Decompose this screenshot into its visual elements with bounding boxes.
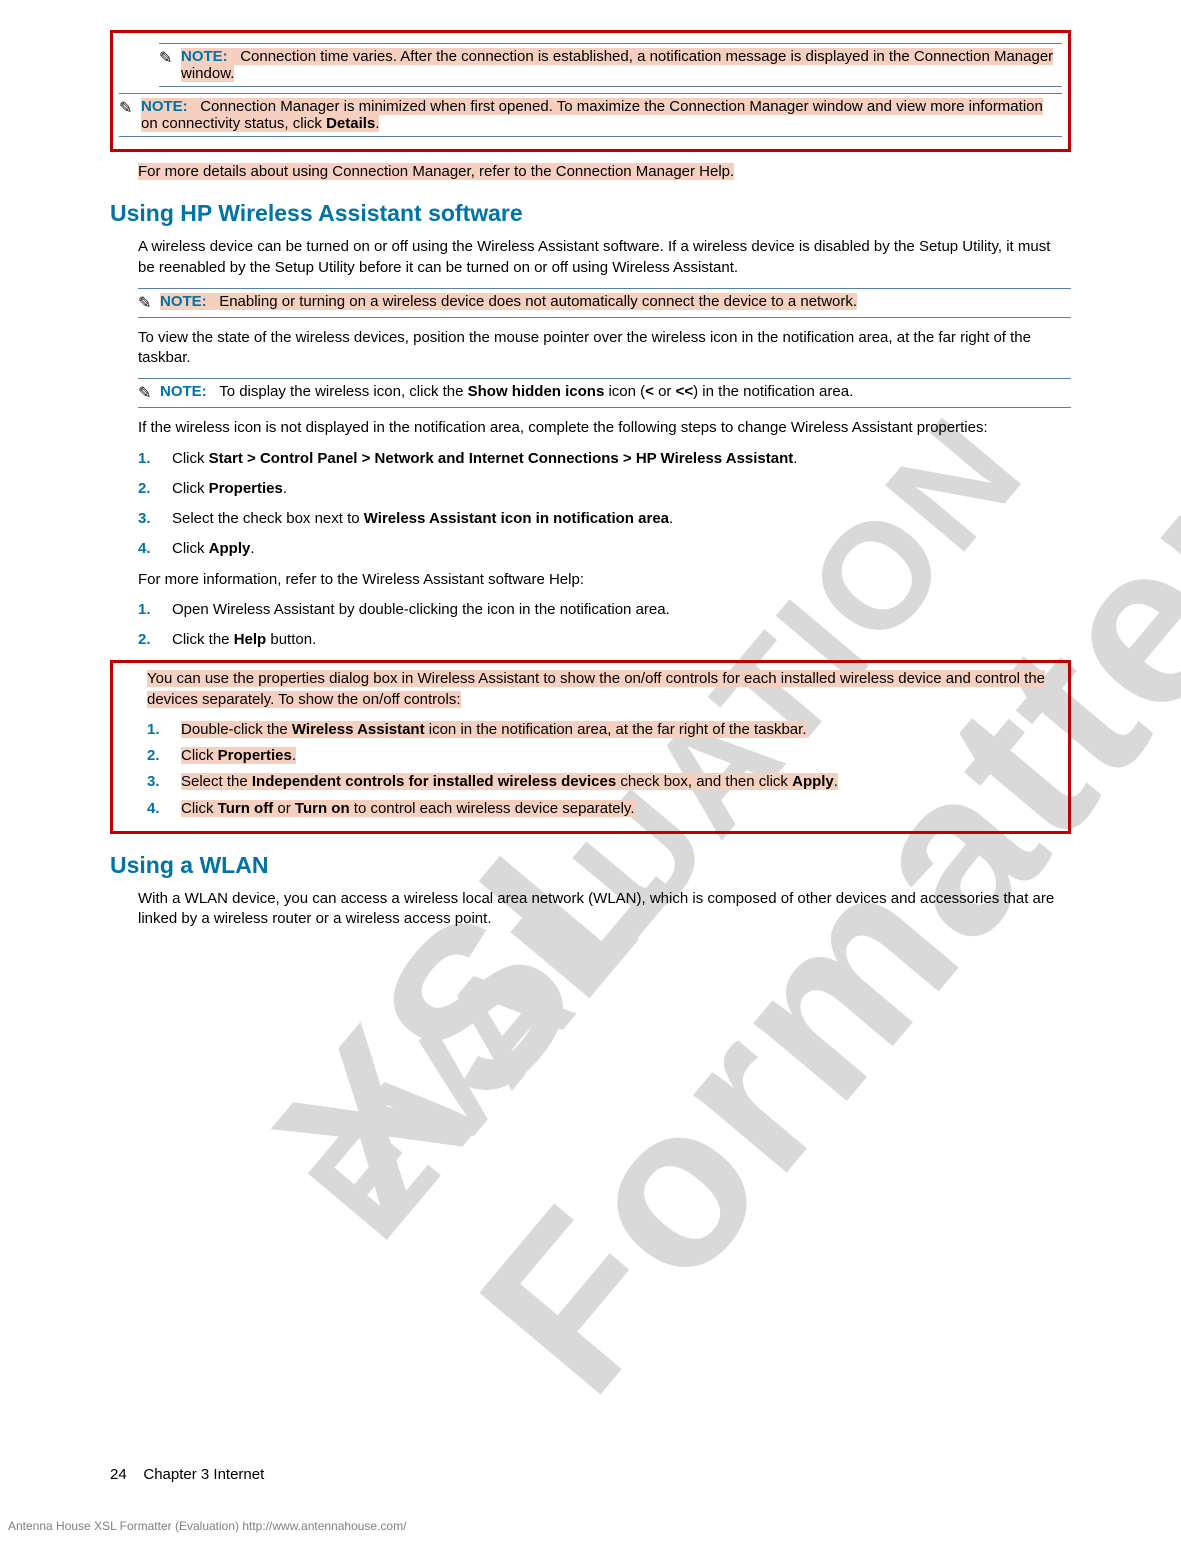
page-number: 24 — [110, 1466, 127, 1483]
note-enabling-wireless: ✎ NOTE: Enabling or turning on a wireles… — [138, 288, 1071, 318]
para-more-info: For more information, refer to the Wirel… — [138, 570, 1071, 590]
para-view-state: To view the state of the wireless device… — [138, 328, 1071, 369]
list-item: Open Wireless Assistant by double-clicki… — [138, 600, 1071, 620]
note-connection-manager-minimized: ✎ NOTE: Connection Manager is minimized … — [119, 93, 1062, 137]
list-item: Click Apply. — [138, 539, 1071, 559]
chapter-label: Chapter 3 Internet — [143, 1466, 264, 1483]
note-text: NOTE: Connection Manager is minimized wh… — [141, 98, 1062, 132]
steps-independent-controls: Double-click the Wireless Assistant icon… — [147, 720, 1062, 819]
para-wa-intro: A wireless device can be turned on or of… — [138, 237, 1071, 278]
list-item: Click Start > Control Panel > Network an… — [138, 449, 1071, 469]
evaluation-footer: Antenna House XSL Formatter (Evaluation)… — [8, 1519, 406, 1533]
heading-wireless-assistant: Using HP Wireless Assistant software — [110, 200, 1071, 227]
list-item: Click Properties. — [147, 746, 1062, 766]
note-icon: ✎ — [119, 98, 141, 118]
note-icon: ✎ — [138, 293, 160, 313]
para-more-details: For more details about using Connection … — [138, 162, 1071, 182]
note-show-hidden-icons: ✎ NOTE: To display the wireless icon, cl… — [138, 378, 1071, 408]
para-wlan: With a WLAN device, you can access a wir… — [138, 889, 1071, 930]
highlight-box-top: ✎ NOTE: Connection time varies. After th… — [110, 30, 1071, 152]
note-text: NOTE: Connection time varies. After the … — [181, 48, 1062, 82]
list-item: Click the Help button. — [138, 630, 1071, 650]
heading-using-wlan: Using a WLAN — [110, 852, 1071, 879]
note-connection-time: ✎ NOTE: Connection time varies. After th… — [159, 43, 1062, 87]
list-item: Double-click the Wireless Assistant icon… — [147, 720, 1062, 740]
list-item: Select the check box next to Wireless As… — [138, 509, 1071, 529]
highlight-box-bottom: You can use the properties dialog box in… — [110, 660, 1071, 834]
steps-open-wa-help: Open Wireless Assistant by double-clicki… — [138, 600, 1071, 651]
note-text: NOTE: Enabling or turning on a wireless … — [160, 293, 1071, 310]
list-item: Select the Independent controls for inst… — [147, 772, 1062, 792]
list-item: Click Properties. — [138, 479, 1071, 499]
para-if-not-displayed: If the wireless icon is not displayed in… — [138, 418, 1071, 438]
page-footer: 24 Chapter 3 Internet — [110, 1466, 264, 1483]
steps-change-properties: Click Start > Control Panel > Network an… — [138, 449, 1071, 560]
para-props-dialog: You can use the properties dialog box in… — [147, 669, 1062, 710]
note-icon: ✎ — [138, 383, 160, 403]
note-text: NOTE: To display the wireless icon, clic… — [160, 383, 1071, 400]
note-icon: ✎ — [159, 48, 181, 68]
list-item: Click Turn off or Turn on to control eac… — [147, 799, 1062, 819]
